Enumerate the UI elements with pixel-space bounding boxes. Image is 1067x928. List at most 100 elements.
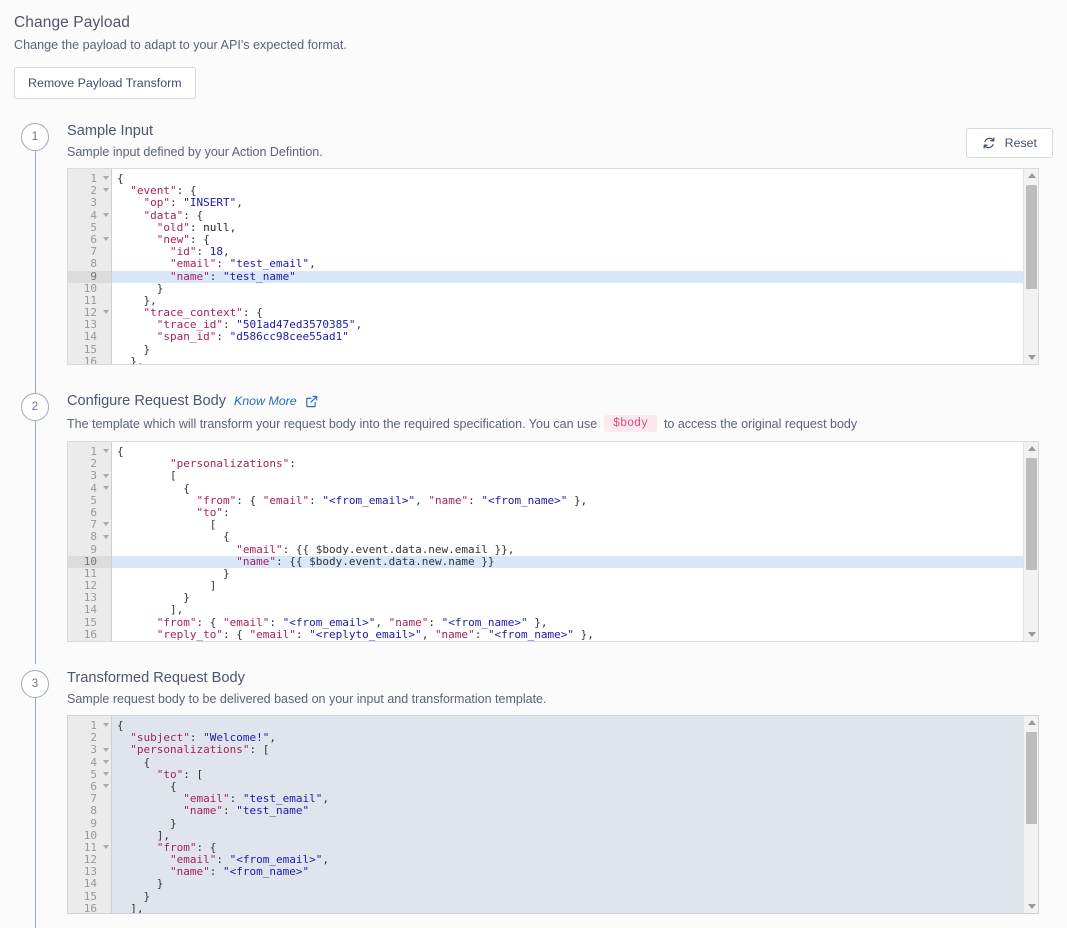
line-number: 9 — [68, 271, 112, 283]
scroll-down-arrow[interactable] — [1024, 351, 1039, 364]
code-line: ], — [112, 830, 1038, 842]
scroll-thumb[interactable] — [1026, 458, 1037, 570]
line-number: 3 — [68, 470, 112, 482]
code-line: "to": [ — [112, 769, 1038, 781]
line-number: 9 — [68, 818, 112, 830]
code-line: [ — [112, 519, 1038, 531]
step-rail-1 — [35, 151, 36, 409]
scroll-up-arrow[interactable] — [1024, 169, 1039, 182]
line-number: 4 — [68, 757, 112, 769]
code-line: "from": { "email": "<from_email>", "name… — [112, 495, 1038, 507]
code-line: ] — [112, 580, 1038, 592]
refresh-icon — [982, 136, 996, 150]
line-number: 4 — [68, 210, 112, 222]
step-badge-1: 1 — [21, 123, 49, 151]
code-lines-3: { "subject": "Welcome!", "personalizatio… — [112, 720, 1038, 913]
step-title-sample-input: Sample Input — [67, 123, 1053, 139]
code-line: } — [112, 283, 1038, 295]
page-header: Change Payload Change the payload to ada… — [0, 0, 1067, 99]
know-more-link[interactable]: Know More — [234, 394, 297, 408]
page-title: Change Payload — [14, 14, 1067, 32]
step-transformed-request-body: 3 Transformed Request Body Sample reques… — [0, 670, 1067, 914]
step-rail-3 — [35, 698, 36, 928]
step-rail-2 — [35, 421, 36, 664]
line-number: 15 — [68, 617, 112, 629]
code-line: "name": "test_name" — [112, 805, 1038, 817]
scroll-down-arrow[interactable] — [1024, 900, 1039, 913]
line-number: 16 — [68, 356, 112, 365]
transformed-body-scrollbar[interactable] — [1023, 716, 1038, 913]
sample-input-scrollbar[interactable] — [1023, 169, 1038, 364]
gutter-lines-2: 1234567891011121314151617 — [68, 446, 112, 642]
code-line: "name": "<from_name>" — [112, 866, 1038, 878]
step-configure-request-body: 2 Configure Request Body Know More — [0, 393, 1067, 642]
code-line: } — [112, 891, 1038, 903]
scroll-thumb[interactable] — [1026, 185, 1037, 289]
code-line: "event": { — [112, 185, 1038, 197]
code-line: "personalizations": — [112, 458, 1038, 470]
sample-input-editor[interactable]: 1234567891011121314151617 { "event": { "… — [67, 168, 1039, 365]
code-lines-1: { "event": { "op": "INSERT", "data": { "… — [112, 173, 1038, 364]
line-number: 15 — [68, 344, 112, 356]
line-number: 15 — [68, 891, 112, 903]
remove-payload-transform-button[interactable]: Remove Payload Transform — [14, 67, 196, 99]
line-number: 8 — [68, 531, 112, 543]
code-lines-2: { "personalizations": [ { "from": { "ema… — [112, 446, 1038, 641]
sample-input-gutter: 1234567891011121314151617 — [68, 169, 112, 364]
code-line: } — [112, 818, 1038, 830]
step-badge-2: 2 — [21, 393, 49, 421]
code-line: "name": "test_name" — [112, 271, 1038, 283]
reset-button[interactable]: Reset — [966, 128, 1053, 158]
scroll-thumb[interactable] — [1026, 732, 1037, 824]
request-template-code[interactable]: { "personalizations": [ { "from": { "ema… — [112, 442, 1038, 641]
gutter-lines-3: 1234567891011121314151617 — [68, 720, 112, 914]
scroll-down-arrow[interactable] — [1024, 628, 1039, 641]
code-line: "old": null, — [112, 222, 1038, 234]
desc-text-after: to access the original request body — [664, 417, 857, 431]
page-subtitle: Change the payload to adapt to your API'… — [14, 38, 1067, 52]
code-line: "to": — [112, 507, 1038, 519]
code-line: { — [112, 173, 1038, 185]
line-number: 3 — [68, 744, 112, 756]
line-number: 17 — [68, 641, 112, 642]
code-line: } — [112, 568, 1038, 580]
transformed-body-gutter: 1234567891011121314151617 — [68, 716, 112, 913]
line-number: 8 — [68, 805, 112, 817]
scroll-up-arrow[interactable] — [1024, 442, 1039, 455]
external-link-icon[interactable] — [305, 395, 318, 408]
step-title-transformed-request-body: Transformed Request Body — [67, 670, 1053, 686]
line-number: 3 — [68, 197, 112, 209]
code-line: }, — [112, 356, 1038, 364]
request-template-editor[interactable]: 1234567891011121314151617 { "personaliza… — [67, 441, 1039, 642]
step-desc-sample-input: Sample input defined by your Action Defi… — [67, 145, 1053, 159]
line-number: 4 — [68, 483, 112, 495]
request-template-gutter: 1234567891011121314151617 — [68, 442, 112, 641]
request-template-scrollbar[interactable] — [1023, 442, 1038, 641]
code-line: } — [112, 344, 1038, 356]
code-line: "data": { — [112, 210, 1038, 222]
step-badge-3: 3 — [21, 670, 49, 698]
change-payload-page: Change Payload Change the payload to ada… — [0, 0, 1067, 928]
code-line: "name": {{ $body.event.data.new.name }} — [112, 556, 1038, 568]
desc-text-before: The template which will transform your r… — [67, 417, 597, 431]
code-line: } — [112, 592, 1038, 604]
step-desc-transformed-request-body: Sample request body to be delivered base… — [67, 692, 1053, 706]
code-line: } — [112, 878, 1038, 890]
steps-container: 1 Sample Input Sample input defined by y… — [0, 123, 1067, 914]
step-sample-input: 1 Sample Input Sample input defined by y… — [0, 123, 1067, 365]
step-title-text-2: Configure Request Body — [67, 393, 226, 409]
code-line: { — [112, 757, 1038, 769]
gutter-lines-1: 1234567891011121314151617 — [68, 173, 112, 365]
line-number: 16 — [68, 903, 112, 914]
line-number: 8 — [68, 258, 112, 270]
code-line: [ — [112, 470, 1038, 482]
code-line: "personalizations": [ — [112, 744, 1038, 756]
code-line: "op": "INSERT", — [112, 197, 1038, 209]
transformed-body-editor[interactable]: 1234567891011121314151617 { "subject": "… — [67, 715, 1039, 914]
line-number: 14 — [68, 331, 112, 343]
transformed-body-code: { "subject": "Welcome!", "personalizatio… — [112, 716, 1038, 913]
scroll-up-arrow[interactable] — [1024, 716, 1039, 729]
line-number: 14 — [68, 604, 112, 616]
sample-input-code[interactable]: { "event": { "op": "INSERT", "data": { "… — [112, 169, 1038, 364]
line-number: 14 — [68, 878, 112, 890]
